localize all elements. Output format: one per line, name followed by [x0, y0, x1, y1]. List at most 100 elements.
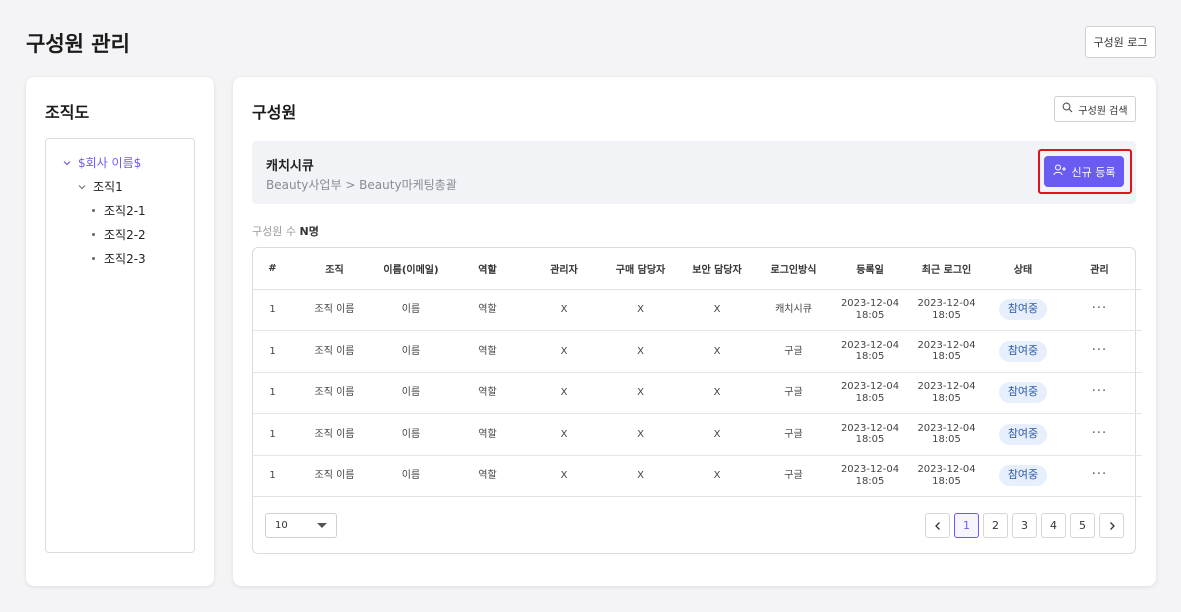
table-row[interactable]: 1 조직 이름 이름 역할 X X X 캐치시큐 2023-12-04 18:05 2023-12-… — [253, 289, 1142, 331]
row-manage: ··· — [1057, 455, 1142, 497]
more-options-icon[interactable]: ··· — [1092, 384, 1107, 399]
row-registered-date-time: 18:05 — [855, 351, 885, 363]
row-registered-date: 2023-12-04 18:05 — [836, 372, 904, 414]
row-security-manager: X — [683, 455, 751, 497]
page-size-value: 10 — [275, 520, 288, 531]
member-search-button[interactable]: 구성원 검색 — [1054, 96, 1136, 122]
row-org: 조직 이름 — [292, 413, 377, 456]
page-button[interactable]: 5 — [1070, 513, 1095, 538]
row-registered-date-date: 2023-12-04 — [840, 464, 900, 476]
column-header: 조직 — [292, 248, 377, 290]
row-role: 역할 — [445, 289, 530, 331]
row-manage: ··· — [1057, 413, 1142, 456]
new-member-button[interactable]: 신규 등록 — [1044, 156, 1124, 187]
search-icon — [1062, 102, 1073, 116]
tree-item-level2[interactable]: 조직2-2 — [92, 226, 146, 243]
status-badge: 참여중 — [998, 340, 1048, 362]
row-name: 이름 — [377, 330, 445, 373]
row-number: 1 — [253, 289, 292, 331]
row-last-login: 2023-12-04 18:05 — [904, 455, 989, 497]
row-role: 역할 — [445, 455, 530, 497]
row-last-login-time: 18:05 — [932, 475, 961, 487]
row-number: 1 — [253, 330, 292, 373]
row-login-method: 구글 — [751, 372, 836, 414]
org-info-box: 캐치시큐 Beauty사업부 > Beauty마케팅총괄 신규 등록 — [252, 141, 1136, 204]
more-options-icon[interactable]: ··· — [1092, 467, 1107, 482]
tree-item-level2[interactable]: 조직2-3 — [92, 250, 146, 267]
next-page-button[interactable] — [1099, 513, 1124, 538]
column-header: 보안 담당자 — [683, 248, 751, 290]
row-registered-date-time: 18:05 — [855, 475, 885, 487]
chevron-down-icon[interactable] — [77, 182, 87, 192]
page-button[interactable]: 2 — [983, 513, 1008, 538]
column-header: 로그인방식 — [751, 248, 836, 290]
row-last-login-time: 18:05 — [932, 392, 961, 404]
bullet-icon — [92, 209, 95, 212]
chevron-left-icon — [934, 521, 940, 530]
row-admin: X — [530, 330, 598, 373]
prev-page-button[interactable] — [925, 513, 950, 538]
row-name: 이름 — [377, 413, 445, 456]
status-badge: 참여중 — [998, 465, 1048, 487]
page-button[interactable]: 3 — [1012, 513, 1037, 538]
row-security-manager: X — [683, 413, 751, 456]
bullet-icon — [92, 233, 95, 236]
tree-item-level1[interactable]: 조직1 — [77, 178, 123, 195]
status-badge: 참여중 — [998, 382, 1048, 404]
status-badge: 참여중 — [998, 299, 1048, 321]
row-last-login-time: 18:05 — [932, 309, 961, 321]
row-registered-date-date: 2023-12-04 — [840, 298, 900, 310]
column-header: 관리 — [1057, 248, 1142, 290]
member-log-button[interactable]: 구성원 로그 — [1085, 26, 1156, 58]
tree-item-level2[interactable]: 조직2-1 — [92, 202, 146, 219]
chevron-down-icon[interactable] — [62, 158, 72, 168]
page-title: 구성원 관리 — [26, 32, 130, 56]
members-title: 구성원 — [252, 103, 297, 122]
row-manage: ··· — [1057, 372, 1142, 414]
row-registered-date: 2023-12-04 18:05 — [836, 289, 904, 331]
table-row[interactable]: 1 조직 이름 이름 역할 X X X 구글 2023-12-04 18:05 2023-12-04… — [253, 372, 1142, 414]
row-org: 조직 이름 — [292, 330, 377, 373]
row-last-login: 2023-12-04 18:05 — [904, 413, 989, 456]
page-size-select[interactable]: 10 — [265, 513, 337, 538]
page-button[interactable]: 1 — [954, 513, 979, 538]
row-registered-date-time: 18:05 — [855, 434, 885, 446]
column-header: 최근 로그인 — [904, 248, 989, 290]
members-table: # 조직 이름(이메일) 역할 관리자 구매 담당자 보안 담당자 로그인방식 등록일 최근 로그… — [252, 247, 1142, 554]
row-status: 참여중 — [989, 413, 1057, 456]
row-security-manager: X — [683, 372, 751, 414]
tree-item-root[interactable]: $회사 이름$ — [62, 154, 141, 171]
row-name: 이름 — [377, 455, 445, 497]
table-row[interactable]: 1 조직 이름 이름 역할 X X X 구글 2023-12-04 18:05 2023-12-04… — [253, 330, 1142, 373]
member-count-value: N명 — [299, 225, 319, 238]
tree-item-label: 조직2-2 — [104, 228, 146, 242]
row-last-login-date: 2023-12-04 — [917, 422, 976, 434]
row-registered-date-date: 2023-12-04 — [840, 381, 900, 393]
table-row[interactable]: 1 조직 이름 이름 역할 X X X 구글 2023-12-04 18:05 2023-12-04… — [253, 455, 1142, 497]
row-last-login-date: 2023-12-04 — [917, 381, 976, 393]
more-options-icon[interactable]: ··· — [1092, 343, 1107, 358]
row-last-login-time: 18:05 — [932, 351, 961, 363]
row-registered-date: 2023-12-04 18:05 — [836, 413, 904, 456]
org-chart-title: 조직도 — [45, 103, 90, 122]
column-header: 관리자 — [530, 248, 598, 290]
org-name: 캐치시큐 — [266, 159, 314, 174]
row-role: 역할 — [445, 413, 530, 456]
page-button[interactable]: 4 — [1041, 513, 1066, 538]
column-header: 이름(이메일) — [377, 248, 445, 290]
member-search-label: 구성원 검색 — [1078, 105, 1128, 117]
row-last-login-date: 2023-12-04 — [917, 464, 976, 476]
column-header: 구매 담당자 — [598, 248, 683, 290]
row-last-login-date: 2023-12-04 — [917, 339, 976, 351]
table-row[interactable]: 1 조직 이름 이름 역할 X X X 구글 2023-12-04 18:05 2023-12-04… — [253, 413, 1142, 456]
more-options-icon[interactable]: ··· — [1092, 426, 1107, 441]
column-header: 등록일 — [836, 248, 904, 290]
bullet-icon — [92, 257, 95, 260]
row-admin: X — [530, 455, 598, 497]
more-options-icon[interactable]: ··· — [1092, 301, 1107, 316]
row-login-method: 캐치시큐 — [751, 289, 836, 331]
org-path: Beauty사업부 > Beauty마케팅총괄 — [266, 178, 457, 192]
member-count: 구성원 수 N명 — [252, 223, 319, 239]
tree-item-label: 조직1 — [93, 180, 123, 194]
row-admin: X — [530, 372, 598, 414]
